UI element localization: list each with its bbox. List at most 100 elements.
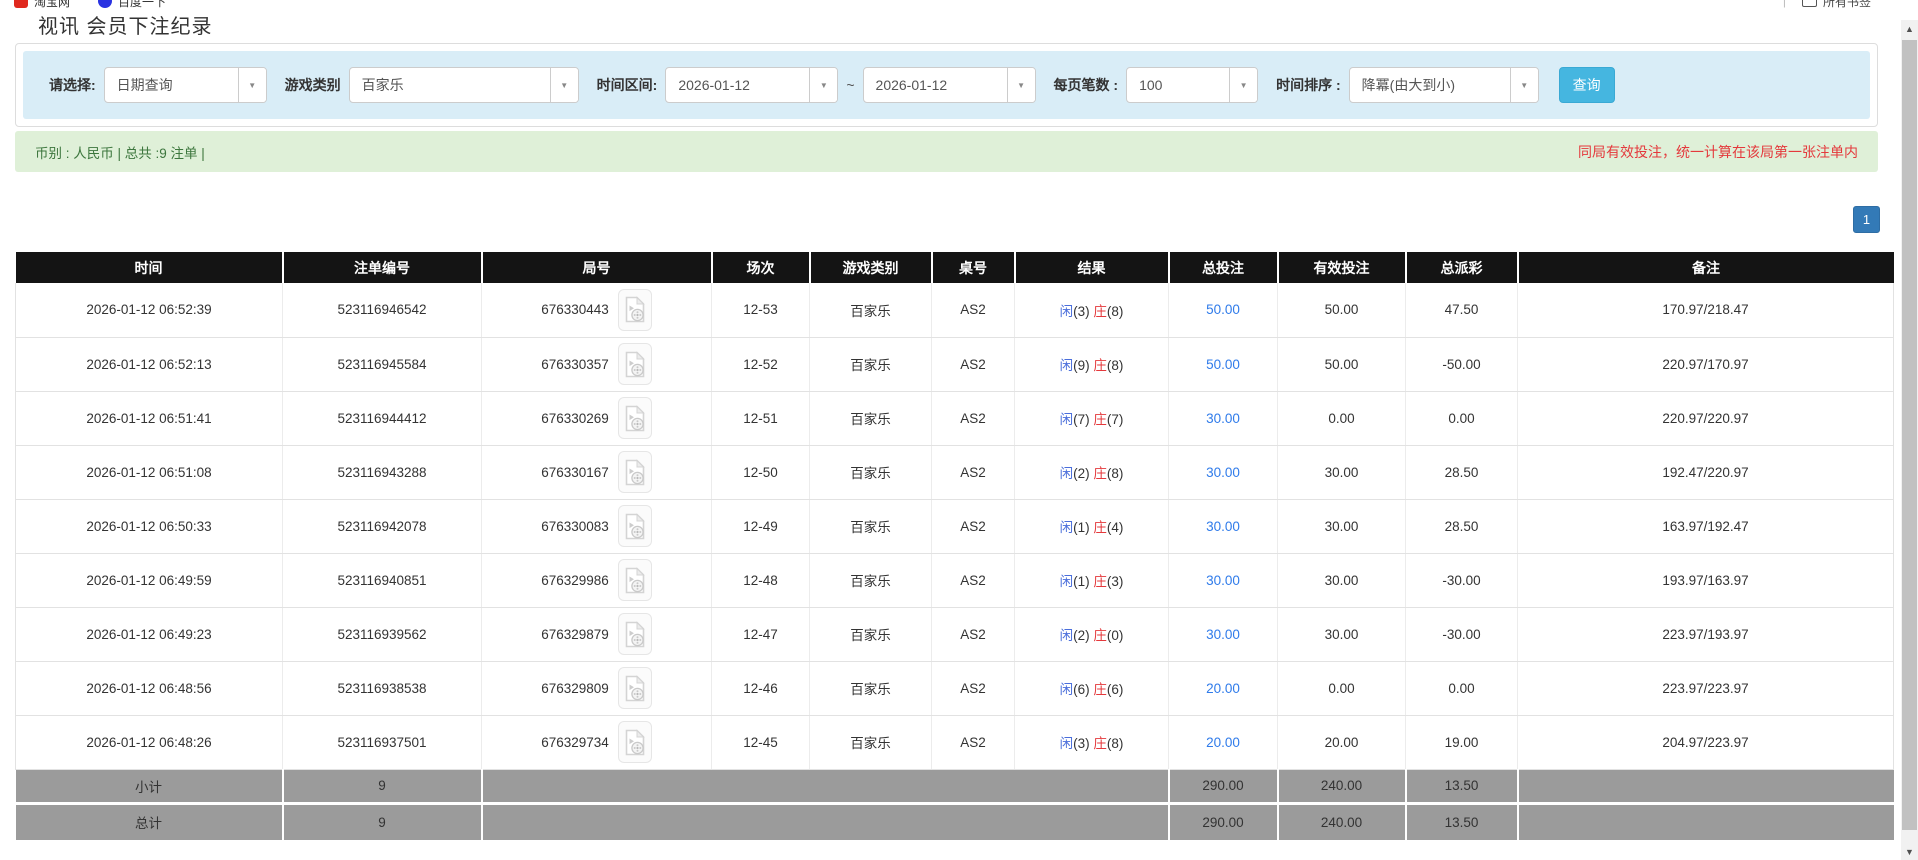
video-replay-button[interactable] bbox=[617, 559, 652, 601]
video-replay-button[interactable] bbox=[617, 613, 652, 655]
betting-records-table: 时间 注单编号 局号 场次 游戏类别 桌号 结果 总投注 有效投注 总派彩 备注… bbox=[15, 252, 1894, 840]
bookmark-item[interactable]: 百度一下 bbox=[98, 0, 166, 10]
cell-result: 闲(1) 庄(3) bbox=[1014, 553, 1169, 608]
cell-round-id: 676330357 bbox=[481, 337, 712, 392]
video-replay-button[interactable] bbox=[617, 721, 652, 763]
scroll-up-arrow-icon[interactable]: ▲ bbox=[1901, 20, 1918, 37]
cell-result: 闲(3) 庄(8) bbox=[1014, 283, 1169, 338]
video-replay-button[interactable] bbox=[617, 505, 652, 547]
filter-bar: 请选择: 日期查询 ▼ 游戏类别 百家乐 ▼ 时间区间: 2026-01-12 … bbox=[23, 51, 1870, 119]
cell-time: 2026-01-12 06:52:13 bbox=[15, 337, 283, 392]
column-header-game-type: 游戏类别 bbox=[809, 252, 933, 283]
player-score: (3) bbox=[1073, 303, 1090, 319]
cell-time: 2026-01-12 06:51:41 bbox=[15, 391, 283, 446]
page-1-button[interactable]: 1 bbox=[1853, 206, 1880, 233]
total-bet-link[interactable]: 30.00 bbox=[1206, 411, 1240, 426]
scrollbar-thumb[interactable] bbox=[1902, 40, 1917, 830]
bookmarks-divider: | bbox=[1782, 0, 1786, 8]
video-replay-button[interactable] bbox=[617, 667, 652, 709]
total-bet-link[interactable]: 20.00 bbox=[1206, 735, 1240, 750]
bookmark-item[interactable]: 淘宝网 bbox=[14, 0, 70, 10]
banker-result: 庄 bbox=[1093, 682, 1107, 697]
total-bet-link[interactable]: 50.00 bbox=[1206, 302, 1240, 317]
all-bookmarks-button[interactable]: 所有书签 bbox=[1823, 0, 1871, 10]
scrollbar[interactable]: ▲ ▼ bbox=[1901, 20, 1918, 860]
round-id-value: 676330083 bbox=[541, 518, 609, 534]
cell-time: 2026-01-12 06:50:33 bbox=[15, 499, 283, 554]
banker-result: 庄 bbox=[1093, 520, 1107, 535]
round-id-value: 676329809 bbox=[541, 680, 609, 696]
date-from-select[interactable]: 2026-01-12 ▼ bbox=[665, 67, 839, 103]
cell-table-no: AS2 bbox=[931, 607, 1015, 662]
cell-payout: 0.00 bbox=[1405, 661, 1518, 716]
query-type-select[interactable]: 日期查询 ▼ bbox=[103, 67, 267, 103]
cell-game-type: 百家乐 bbox=[809, 337, 932, 392]
cell-total-bet[interactable]: 30.00 bbox=[1168, 553, 1278, 608]
date-to-select[interactable]: 2026-01-12 ▼ bbox=[862, 67, 1036, 103]
cell-time: 2026-01-12 06:51:08 bbox=[15, 445, 283, 500]
cell-total-bet[interactable]: 30.00 bbox=[1168, 607, 1278, 662]
player-result: 闲 bbox=[1059, 358, 1074, 373]
cell-session: 12-48 bbox=[711, 553, 810, 608]
cell-table-no: AS2 bbox=[931, 391, 1015, 446]
cell-round-id: 676329986 bbox=[481, 553, 712, 608]
chevron-down-icon: ▼ bbox=[1006, 68, 1035, 102]
cell-payout: 19.00 bbox=[1405, 715, 1518, 770]
round-id-value: 676330269 bbox=[541, 410, 609, 426]
round-id-value: 676329734 bbox=[541, 734, 609, 750]
cell-total-bet[interactable]: 20.00 bbox=[1168, 715, 1278, 770]
page-size-label: 每页笔数 : bbox=[1053, 77, 1119, 93]
total-bet-link[interactable]: 50.00 bbox=[1206, 357, 1240, 372]
page-size-select[interactable]: 100 ▼ bbox=[1126, 67, 1259, 103]
cell-session: 12-49 bbox=[711, 499, 810, 554]
video-replay-button[interactable] bbox=[617, 288, 652, 331]
sort-order-select[interactable]: 降冪(由大到小) ▼ bbox=[1348, 67, 1539, 103]
video-replay-icon bbox=[625, 350, 645, 377]
sort-order-value: 降冪(由大到小) bbox=[1361, 77, 1455, 93]
cell-table-no: AS2 bbox=[931, 337, 1015, 392]
column-header-session: 场次 bbox=[711, 252, 811, 283]
total-bet-link[interactable]: 30.00 bbox=[1206, 519, 1240, 534]
game-type-select[interactable]: 百家乐 ▼ bbox=[348, 67, 579, 103]
player-score: (6) bbox=[1073, 682, 1090, 697]
cell-total-bet[interactable]: 50.00 bbox=[1168, 337, 1278, 392]
video-replay-button[interactable] bbox=[617, 343, 652, 385]
column-header-time: 时间 bbox=[15, 252, 284, 283]
player-result: 闲 bbox=[1059, 682, 1074, 697]
cell-payout: 28.50 bbox=[1405, 445, 1518, 500]
query-button[interactable]: 查询 bbox=[1558, 67, 1615, 103]
total-bet-link[interactable]: 30.00 bbox=[1206, 627, 1240, 642]
total-bet-link[interactable]: 30.00 bbox=[1206, 465, 1240, 480]
cell-total-bet[interactable]: 30.00 bbox=[1168, 445, 1278, 500]
time-range-label: 时间区间: bbox=[596, 77, 658, 93]
cell-total-bet[interactable]: 30.00 bbox=[1168, 391, 1278, 446]
banker-result: 庄 bbox=[1093, 412, 1107, 427]
total-bet-link[interactable]: 30.00 bbox=[1206, 573, 1240, 588]
video-replay-icon bbox=[625, 674, 645, 701]
video-replay-button[interactable] bbox=[617, 451, 652, 493]
cell-total-bet[interactable]: 20.00 bbox=[1168, 661, 1278, 716]
folder-icon bbox=[1801, 0, 1817, 7]
table-row: 2026-01-12 06:50:33 523116942078 676330083… bbox=[15, 499, 1894, 554]
scroll-down-arrow-icon[interactable]: ▼ bbox=[1901, 843, 1918, 860]
grand-total-valid-bet: 240.00 bbox=[1277, 801, 1407, 840]
cell-bet-id: 523116938538 bbox=[282, 661, 482, 716]
page-title: 视讯 会员下注纪录 bbox=[38, 16, 213, 38]
cell-total-bet[interactable]: 50.00 bbox=[1168, 283, 1278, 338]
banker-score: (3) bbox=[1106, 574, 1124, 589]
cell-note: 223.97/193.97 bbox=[1517, 607, 1894, 662]
total-bet-link[interactable]: 20.00 bbox=[1206, 681, 1240, 696]
player-score: (3) bbox=[1073, 736, 1090, 751]
player-result: 闲 bbox=[1059, 303, 1074, 319]
table-row: 2026-01-12 06:52:39 523116946542 676330443… bbox=[15, 283, 1894, 338]
subtotal-count: 9 bbox=[282, 769, 483, 803]
cell-session: 12-53 bbox=[711, 283, 810, 338]
round-id-value: 676330443 bbox=[541, 302, 609, 318]
video-replay-button[interactable] bbox=[617, 397, 652, 439]
column-header-round-id: 局号 bbox=[481, 252, 713, 283]
filter-panel: 请选择: 日期查询 ▼ 游戏类别 百家乐 ▼ 时间区间: 2026-01-12 … bbox=[15, 43, 1878, 127]
cell-time: 2026-01-12 06:49:23 bbox=[15, 607, 283, 662]
cell-total-bet[interactable]: 30.00 bbox=[1168, 499, 1278, 554]
range-separator: ~ bbox=[846, 77, 855, 93]
table-row: 2026-01-12 06:51:41 523116944412 676330269… bbox=[15, 391, 1894, 446]
